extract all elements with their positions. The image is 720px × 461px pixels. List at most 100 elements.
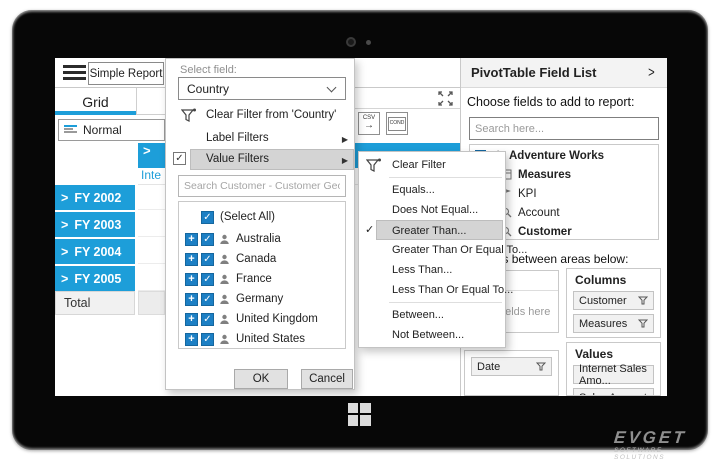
clear-filter-item[interactable]: Clear Filter from 'Country'	[166, 106, 356, 127]
menu-item-between[interactable]: Between...	[359, 305, 505, 325]
grid-row-fy2005[interactable]: > FY 2005	[55, 266, 135, 291]
expand-plus-icon[interactable]: +	[185, 273, 198, 286]
person-icon	[219, 314, 230, 325]
conditional-formatting-button[interactable]: COND	[386, 112, 408, 135]
filter-funnel-icon[interactable]	[638, 319, 648, 328]
check-icon: ✓	[203, 234, 211, 245]
plus-icon: +	[188, 333, 194, 345]
pill-customer[interactable]: Customer	[573, 291, 654, 310]
menu-item-less-than[interactable]: Less Than...	[359, 260, 505, 280]
report-tab[interactable]: Simple Report	[88, 62, 164, 85]
field-search-input[interactable]	[469, 117, 659, 140]
menu-item-label: Between...	[392, 309, 444, 321]
menu-item-label: Equals...	[392, 184, 435, 196]
active-tab-underline	[55, 111, 136, 115]
ok-button[interactable]: OK	[234, 369, 288, 389]
pill-label: Sales Amount	[579, 392, 647, 397]
select-field-popup: Select field: Country Clear Filter from …	[165, 58, 355, 390]
check-icon: ✓	[203, 294, 211, 305]
check-icon: ✓	[203, 274, 211, 285]
windows-home-button[interactable]	[348, 403, 371, 426]
watermark-tagline: SOFTWARE SOLUTIONS	[614, 447, 714, 461]
row-label: FY 2003	[74, 218, 121, 232]
checked-checkbox[interactable]: ✓	[201, 211, 214, 224]
plus-icon: +	[188, 253, 194, 265]
checked-checkbox[interactable]: ✓	[201, 293, 214, 306]
menu-item-greater-than-or-equal[interactable]: Greater Than Or Equal To...	[359, 240, 505, 260]
filter-funnel-icon[interactable]	[638, 296, 648, 305]
member-item-france[interactable]: + ✓ France	[179, 269, 345, 289]
checked-checkbox[interactable]: ✓	[201, 253, 214, 266]
value-filters-checkbox[interactable]: ✓	[173, 152, 186, 165]
chevron-down-icon	[327, 83, 337, 93]
tab-grid-label: Grid	[82, 94, 108, 110]
checked-checkbox[interactable]: ✓	[201, 273, 214, 286]
field-combo[interactable]: Country	[178, 77, 346, 100]
fullscreen-expand-icon[interactable]	[438, 91, 453, 106]
export-csv-button[interactable]: CSV →	[358, 112, 380, 135]
view-selector-dropdown[interactable]: Normal	[58, 119, 165, 141]
member-item-australia[interactable]: + ✓ Australia	[179, 229, 345, 249]
hamburger-menu-icon[interactable]	[63, 65, 86, 81]
member-item-germany[interactable]: + ✓ Germany	[179, 289, 345, 309]
grid-row-fy2002[interactable]: > FY 2002	[55, 185, 135, 210]
grid-total-cell	[138, 291, 165, 315]
columns-area-title: Columns	[575, 273, 660, 287]
menu-item-not-between[interactable]: Not Between...	[359, 325, 505, 345]
panel-title: PivotTable Field List	[471, 65, 596, 80]
plus-icon: +	[188, 293, 194, 305]
member-item-united-kingdom[interactable]: + ✓ United Kingdom	[179, 309, 345, 329]
grid-cell	[138, 266, 165, 291]
vendor-watermark: EVGET SOFTWARE SOLUTIONS	[614, 428, 714, 461]
collapse-panel-icon[interactable]: >	[648, 64, 655, 81]
check-icon: ✓	[203, 334, 211, 345]
report-tab-label: Simple Report	[90, 68, 163, 80]
pill-measures[interactable]: Measures	[573, 314, 654, 333]
check-icon: ✓	[175, 153, 183, 164]
checked-checkbox[interactable]: ✓	[201, 313, 214, 326]
row-label: FY 2005	[74, 272, 121, 286]
columns-area[interactable]: Columns Customer Measures	[566, 268, 661, 338]
label-filters-item[interactable]: Label Filters ▶	[166, 129, 356, 150]
expand-plus-icon[interactable]: +	[185, 253, 198, 266]
grid-row-fy2004[interactable]: > FY 2004	[55, 239, 135, 264]
tab-grid[interactable]: Grid	[55, 88, 137, 115]
pill-sales-amount[interactable]: Sales Amount	[573, 388, 654, 396]
member-search-input[interactable]	[178, 175, 346, 197]
plus-icon: +	[188, 233, 194, 245]
pill-date[interactable]: Date	[471, 357, 552, 376]
export-arrow-icon: →	[359, 122, 379, 130]
expand-plus-icon[interactable]: +	[185, 233, 198, 246]
pill-label: Internet Sales Amo...	[579, 363, 648, 387]
value-filters-menu: Clear Filter Equals... Does Not Equal...…	[358, 151, 506, 348]
menu-item-label: Greater Than Or Equal To...	[392, 244, 527, 256]
expand-plus-icon[interactable]: +	[185, 293, 198, 306]
member-item-united-states[interactable]: + ✓ United States	[179, 329, 345, 349]
person-icon	[219, 254, 230, 265]
member-item-canada[interactable]: + ✓ Canada	[179, 249, 345, 269]
checked-checkbox[interactable]: ✓	[201, 233, 214, 246]
pill-internet-sales[interactable]: Internet Sales Amo...	[573, 365, 654, 384]
layout-icon	[64, 125, 77, 135]
menu-item-clear-filter[interactable]: Clear Filter	[359, 155, 505, 175]
menu-item-does-not-equal[interactable]: Does Not Equal...	[359, 200, 505, 220]
rows-area[interactable]: Date	[464, 350, 559, 396]
select-all-item[interactable]: ✓ (Select All)	[179, 207, 345, 227]
grid-row-fy2003[interactable]: > FY 2003	[55, 212, 135, 237]
tree-item-label: Measures	[518, 169, 571, 181]
expand-plus-icon[interactable]: +	[185, 313, 198, 326]
checked-checkbox[interactable]: ✓	[201, 333, 214, 346]
menu-item-less-than-or-equal[interactable]: Less Than Or Equal To...	[359, 280, 505, 300]
menu-item-equals[interactable]: Equals...	[359, 180, 505, 200]
camera-sensor	[366, 40, 371, 45]
member-label: Australia	[236, 233, 281, 245]
values-area[interactable]: Values Internet Sales Amo... Sales Amoun…	[566, 342, 661, 396]
value-filters-item[interactable]: ✓ Value Filters ▶	[166, 149, 356, 171]
tablet-bezel: Simple Report Grid Normal > Inte > FY 20…	[12, 10, 708, 450]
cancel-button[interactable]: Cancel	[301, 369, 353, 389]
menu-item-greater-than[interactable]: ✓ Greater Than...	[359, 220, 505, 240]
expand-icon: >	[61, 245, 68, 259]
values-area-title: Values	[575, 347, 660, 361]
expand-plus-icon[interactable]: +	[185, 333, 198, 346]
filter-funnel-icon[interactable]	[536, 362, 546, 371]
